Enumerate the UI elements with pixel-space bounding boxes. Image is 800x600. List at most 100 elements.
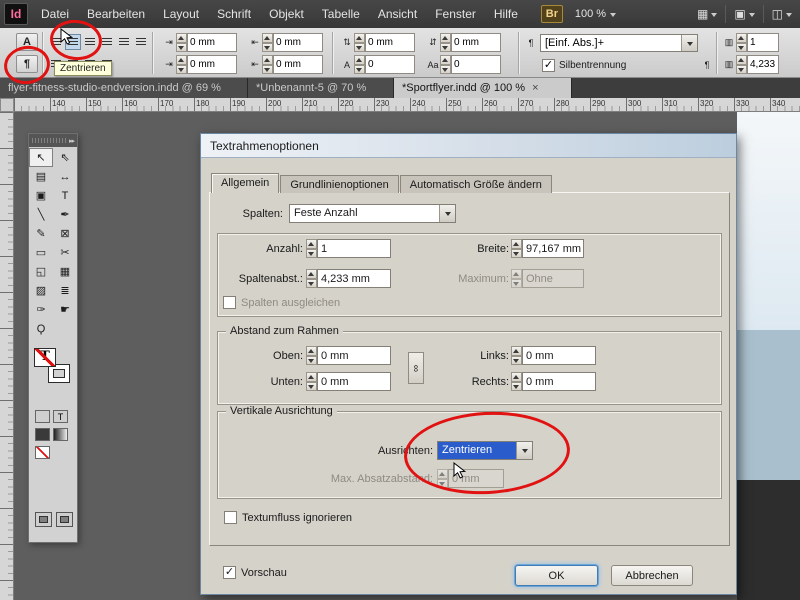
menu-hilfe[interactable]: Hilfe <box>485 0 527 28</box>
menu-tabelle[interactable]: Tabelle <box>313 0 369 28</box>
rechts-stepper[interactable] <box>511 372 522 391</box>
make-all-settings-same-button[interactable]: ∞ <box>408 352 424 384</box>
formatting-affects-container-button[interactable] <box>35 410 50 423</box>
menu-fenster[interactable]: Fenster <box>426 0 485 28</box>
tools-panel-header[interactable]: ▸▸ <box>29 134 77 147</box>
gutter-value[interactable]: 4,233 <box>747 55 779 74</box>
vorschau-checkbox[interactable]: ✓ <box>223 566 236 579</box>
drop-cap-lines-stepper[interactable] <box>354 55 365 74</box>
gradient-feather-tool[interactable]: ▨ <box>29 281 53 300</box>
panel-collapse-icon[interactable]: ▸▸ <box>69 137 75 145</box>
breite-stepper[interactable] <box>511 239 522 258</box>
justify-all-button[interactable] <box>133 34 149 50</box>
space-after-stepper[interactable] <box>440 33 451 52</box>
spalten-ausgleichen-checkbox[interactable] <box>223 296 236 309</box>
unten-field[interactable]: 0 mm <box>306 372 391 391</box>
links-stepper[interactable] <box>511 346 522 365</box>
columns-stepper[interactable] <box>736 33 747 52</box>
space-after-value[interactable]: 0 mm <box>451 33 501 52</box>
vertical-ruler[interactable] <box>0 112 14 600</box>
apply-gradient-button[interactable] <box>53 428 68 441</box>
rectangle-tool[interactable]: ▭ <box>29 243 53 262</box>
oben-stepper[interactable] <box>306 346 317 365</box>
screen-mode-icon: ▣ <box>734 7 746 21</box>
document-page-area[interactable] <box>737 112 800 330</box>
pencil-tool[interactable]: ✎ <box>29 224 53 243</box>
scissors-tool[interactable]: ✂ <box>53 243 77 262</box>
screen-mode-button[interactable]: ▣ <box>726 0 762 28</box>
bridge-button[interactable]: Br <box>540 5 563 23</box>
drop-cap-lines-value[interactable]: 0 <box>365 55 415 74</box>
drop-cap-chars-value[interactable]: 0 <box>451 55 501 74</box>
columns-count-value[interactable]: 1 <box>747 33 779 52</box>
menu-layout[interactable]: Layout <box>154 0 208 28</box>
gradient-swatch-tool[interactable]: ▦ <box>53 262 77 281</box>
spaltenabstand-field[interactable]: 4,233 mm <box>306 269 391 288</box>
justify-center-button[interactable] <box>116 34 132 50</box>
eyedropper-tool[interactable]: ✑ <box>29 300 53 319</box>
breite-field[interactable]: 97,167 mm <box>511 239 584 258</box>
arrange-documents-button[interactable]: ◫ <box>764 0 800 28</box>
dialog-title-bar[interactable]: Textrahmenoptionen <box>201 134 736 158</box>
page-tool[interactable]: ▤ <box>29 167 53 186</box>
first-line-indent-value[interactable]: 0 mm <box>187 55 237 74</box>
selection-tool[interactable]: ↖ <box>29 148 53 167</box>
spalten-dropdown[interactable]: Feste Anzahl <box>289 204 456 223</box>
tab-unbenannt-5[interactable]: *Unbenannt-5 @ 70 % <box>248 78 394 98</box>
paragraph-style-dropdown[interactable]: [Einf. Abs.]+ <box>540 34 698 52</box>
menu-ansicht[interactable]: Ansicht <box>369 0 426 28</box>
line-tool[interactable]: ╲ <box>29 205 53 224</box>
menu-schrift[interactable]: Schrift <box>208 0 260 28</box>
type-tool[interactable]: T <box>53 186 77 205</box>
apply-none-button[interactable] <box>35 446 50 459</box>
close-icon[interactable]: × <box>532 82 538 94</box>
menu-objekt[interactable]: Objekt <box>260 0 313 28</box>
hyphenation-checkbox[interactable]: ✓ <box>542 59 555 72</box>
formatting-affects-text-button[interactable]: T <box>53 410 68 423</box>
horizontal-ruler[interactable]: 140 150 160 170 180 190 200 210 220 230 240 250 260 2… <box>14 98 800 112</box>
ok-button[interactable]: OK <box>515 565 598 586</box>
gutter-stepper[interactable] <box>736 55 747 74</box>
tab-grundlinienoptionen[interactable]: Grundlinienoptionen <box>280 175 399 193</box>
direct-selection-tool[interactable]: ⇖ <box>53 148 77 167</box>
pen-tool[interactable]: ✒ <box>53 205 77 224</box>
space-before-value[interactable]: 0 mm <box>365 33 415 52</box>
anzahl-stepper[interactable] <box>306 239 317 258</box>
rechts-field[interactable]: 0 mm <box>511 372 596 391</box>
fill-color-box[interactable]: T <box>34 348 56 367</box>
space-before-stepper[interactable] <box>354 33 365 52</box>
first-line-indent-stepper[interactable] <box>176 55 187 74</box>
free-transform-tool[interactable]: ◱ <box>29 262 53 281</box>
anzahl-field[interactable]: 1 <box>306 239 391 258</box>
unten-stepper[interactable] <box>306 372 317 391</box>
hand-tool[interactable]: ☛ <box>53 300 77 319</box>
document-image-area[interactable] <box>737 330 800 480</box>
zoom-tool[interactable]: Ϙ <box>29 319 53 338</box>
tab-automatisch-groesse-aendern[interactable]: Automatisch Größe ändern <box>399 175 552 193</box>
right-indent-stepper[interactable] <box>262 33 273 52</box>
last-line-indent-stepper[interactable] <box>262 55 273 74</box>
normal-view-button[interactable] <box>35 512 52 527</box>
links-field[interactable]: 0 mm <box>511 346 596 365</box>
spaltenabstand-stepper[interactable] <box>306 269 317 288</box>
tab-sportflyer[interactable]: *Sportflyer.indd @ 100 % × <box>394 78 572 98</box>
left-indent-value[interactable]: 0 mm <box>187 33 237 52</box>
last-line-indent-value[interactable]: 0 mm <box>273 55 323 74</box>
tab-allgemein[interactable]: Allgemein <box>211 173 280 193</box>
rectangle-frame-tool[interactable]: ⊠ <box>53 224 77 243</box>
abbrechen-button[interactable]: Abbrechen <box>611 565 693 586</box>
gap-tool[interactable]: ↔ <box>53 167 77 186</box>
view-options-button[interactable]: ▦ <box>689 0 725 28</box>
textumfluss-checkbox[interactable] <box>224 511 237 524</box>
ruler-origin-box[interactable] <box>0 98 14 112</box>
apply-color-button[interactable] <box>35 428 50 441</box>
document-tab-bar: flyer-fitness-studio-endversion.indd @ 6… <box>0 78 800 98</box>
content-collector-tool[interactable]: ▣ <box>29 186 53 205</box>
left-indent-stepper[interactable] <box>176 33 187 52</box>
oben-field[interactable]: 0 mm <box>306 346 391 365</box>
right-indent-value[interactable]: 0 mm <box>273 33 323 52</box>
zoom-level-control[interactable]: 100 % <box>575 8 617 20</box>
note-tool[interactable]: ≣ <box>53 281 77 300</box>
drop-cap-chars-stepper[interactable] <box>440 55 451 74</box>
preview-view-button[interactable] <box>56 512 73 527</box>
